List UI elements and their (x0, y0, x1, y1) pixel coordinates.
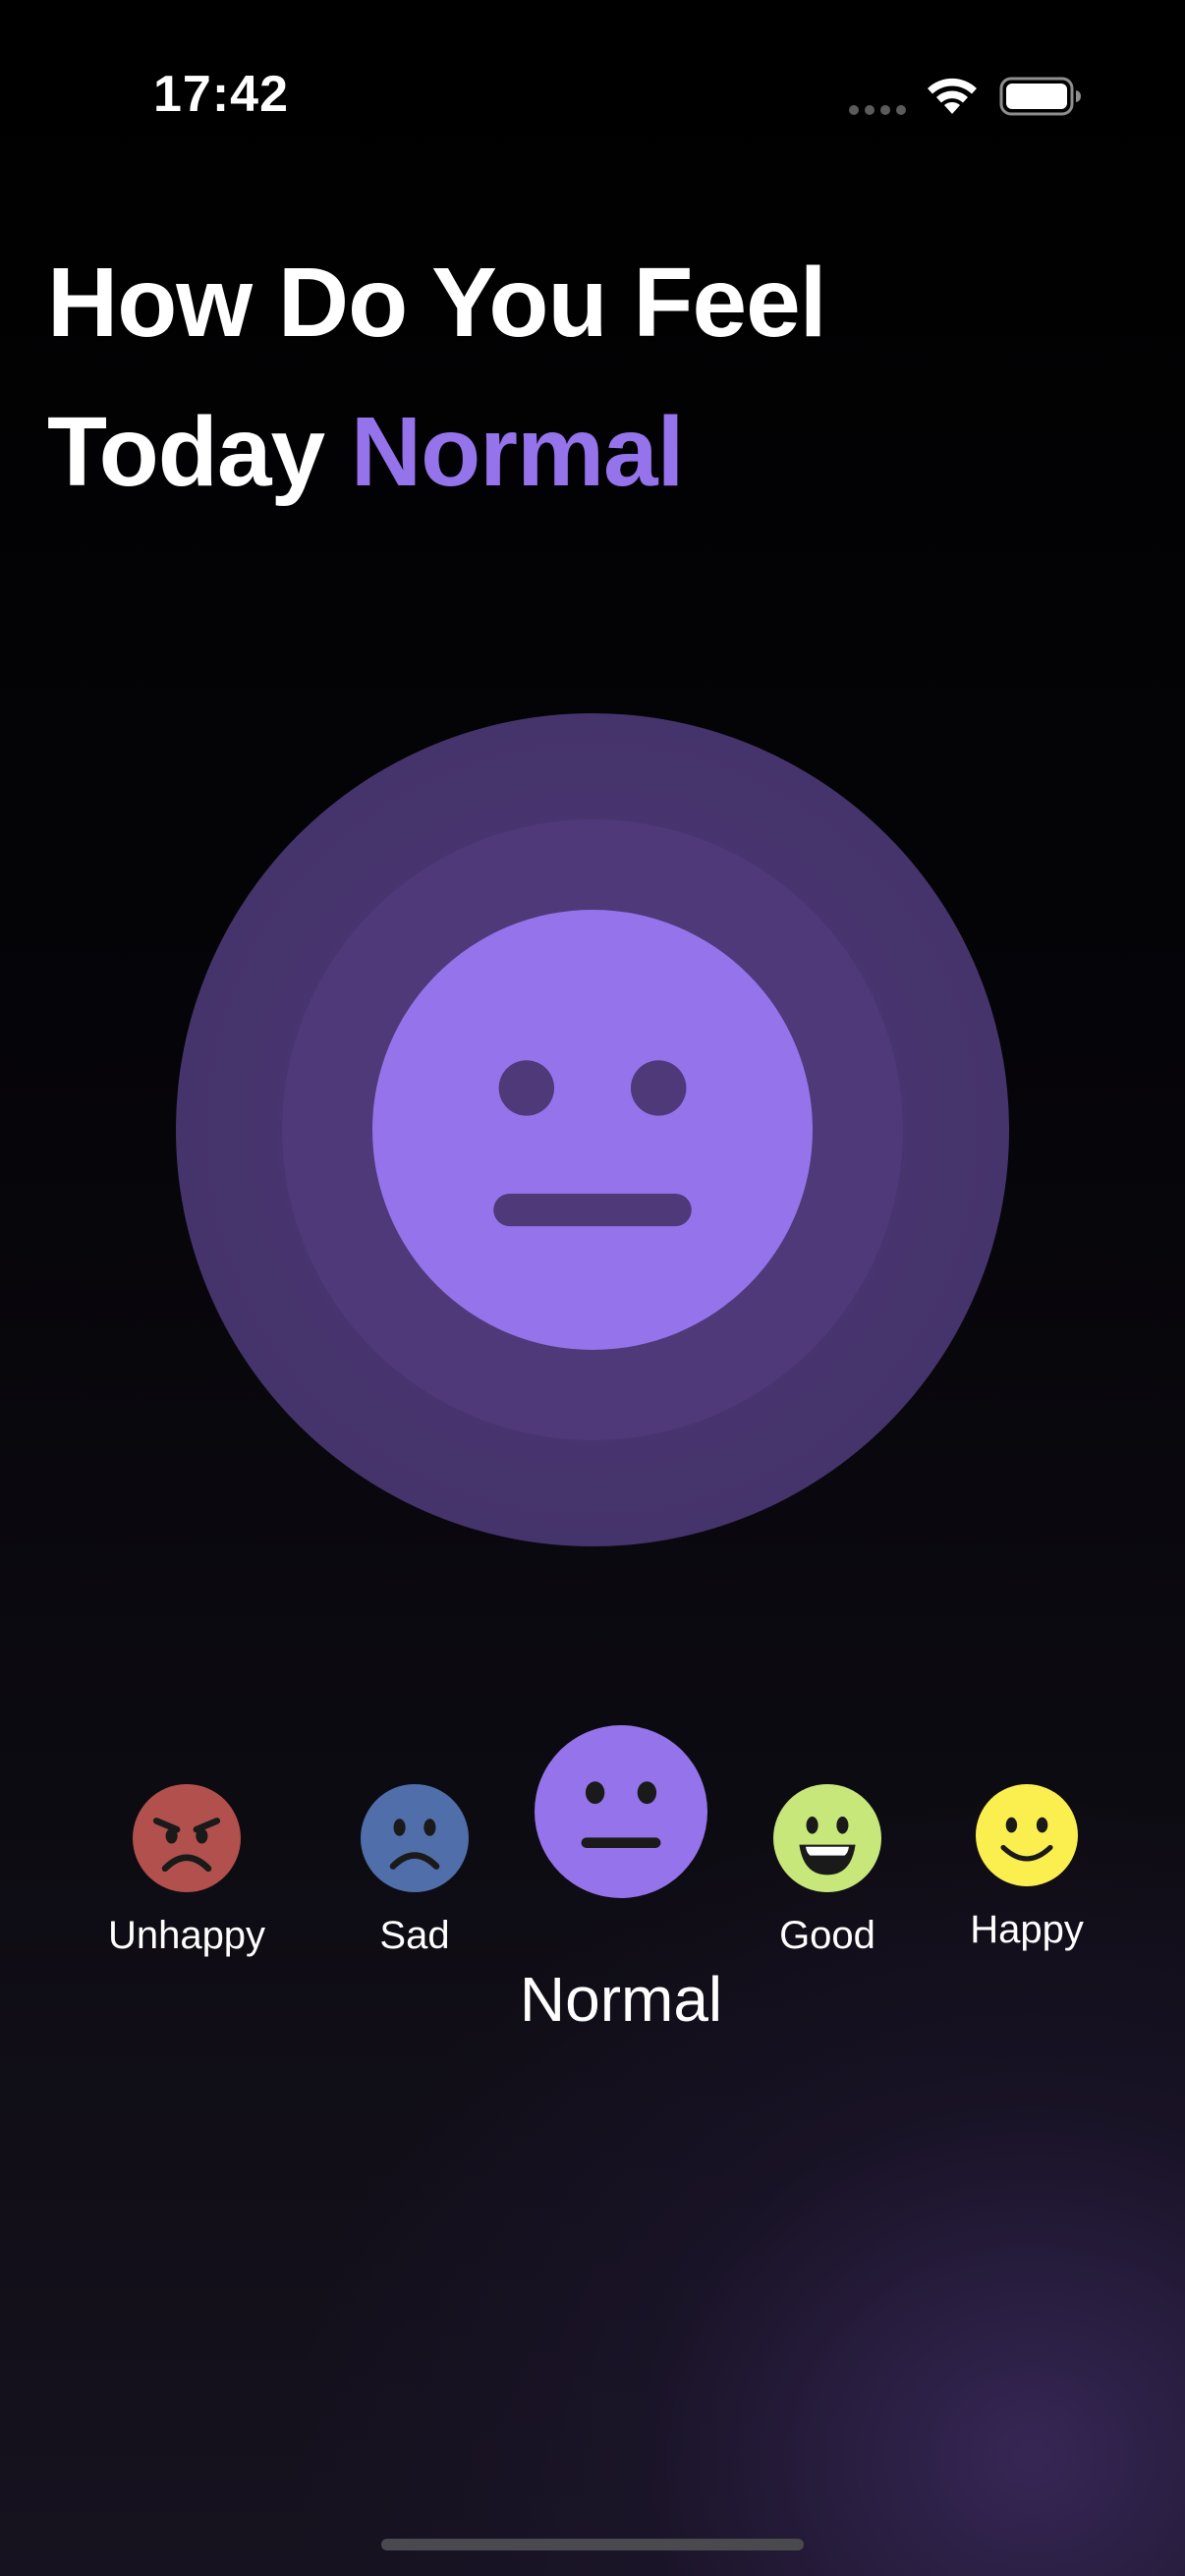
title-selected-mood: Normal (350, 397, 685, 507)
mood-label-good: Good (779, 1914, 875, 1957)
status-time: 17:42 (153, 66, 289, 123)
mood-option-unhappy[interactable]: Unhappy (88, 1784, 285, 1958)
angry-face-icon (133, 1784, 241, 1892)
mood-option-good[interactable]: Good (729, 1784, 926, 1958)
mood-label-normal: Normal (519, 1964, 723, 2035)
mood-option-happy[interactable]: Happy (929, 1784, 1125, 1952)
wifi-icon (928, 78, 977, 114)
title-line-1: How Do You Feel (47, 248, 826, 358)
mood-label-happy: Happy (970, 1908, 1084, 1951)
neutral-face-icon (372, 910, 813, 1350)
title-today: Today (47, 397, 325, 507)
grin-face-icon (773, 1784, 881, 1892)
mood-option-normal[interactable]: Normal (474, 1725, 768, 2036)
neutral-face-icon (535, 1725, 707, 1898)
mood-label-sad: Sad (379, 1914, 450, 1957)
title-line-2: Today Normal (47, 377, 825, 527)
battery-icon (999, 77, 1081, 116)
cellular-dots-icon (849, 105, 906, 115)
page-title: How Do You Feel Today Normal (47, 228, 826, 527)
smile-face-icon (976, 1784, 1078, 1886)
mood-label-unhappy: Unhappy (107, 1914, 266, 1957)
sad-face-icon (361, 1784, 469, 1892)
home-indicator[interactable] (381, 2539, 804, 2550)
